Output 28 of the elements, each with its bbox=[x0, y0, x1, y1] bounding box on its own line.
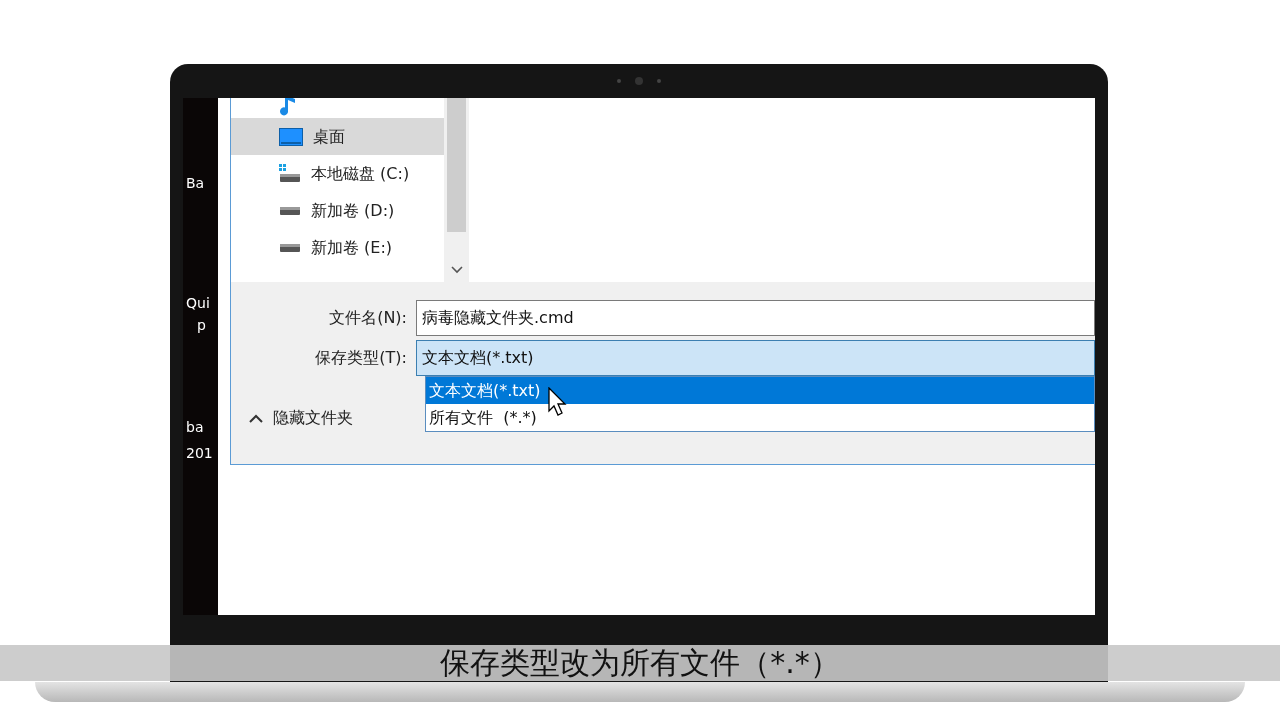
desktop-icon-label: Qui bbox=[185, 294, 211, 313]
navigation-item[interactable]: 桌面 bbox=[231, 118, 444, 155]
camera-icon bbox=[635, 77, 643, 85]
navigation-item[interactable]: 本地磁盘 (C:) bbox=[231, 155, 444, 192]
mouse-cursor-icon bbox=[548, 387, 568, 417]
music-note-icon bbox=[279, 98, 297, 118]
caret-icon[interactable] bbox=[249, 413, 263, 423]
field-label: 文件名(N): bbox=[328, 307, 408, 329]
monitor-icon bbox=[279, 127, 303, 146]
dropdown-option[interactable]: 文本文档(*.txt) bbox=[426, 377, 1094, 404]
hide-folders-toggle[interactable]: 隐藏文件夹 bbox=[273, 406, 353, 430]
drive-icon bbox=[279, 241, 301, 254]
camera-icon bbox=[657, 79, 661, 83]
desktop-icon-label: ba bbox=[185, 418, 205, 437]
drive-icon bbox=[279, 163, 301, 184]
desktop-icon-label: 201 bbox=[185, 444, 214, 463]
scrollbar-thumb[interactable] bbox=[447, 98, 466, 232]
file-name-field[interactable]: 病毒隐藏文件夹.cmd bbox=[416, 300, 1095, 336]
field-label: 保存类型(T): bbox=[314, 347, 408, 369]
drive-icon bbox=[279, 204, 301, 217]
scroll-down-icon[interactable] bbox=[450, 266, 463, 274]
desktop-icon-label: Ba bbox=[185, 174, 206, 193]
camera-icon bbox=[617, 79, 621, 83]
subtitle: 保存类型改为所有文件（*.*） bbox=[440, 648, 840, 678]
file-type-dropdown[interactable]: 文本文档(*.txt) bbox=[416, 340, 1095, 376]
navigation-item[interactable]: 新加卷 (D:) bbox=[231, 192, 444, 229]
navigation-item[interactable]: 新加卷 (E:) bbox=[231, 229, 444, 266]
desktop-icon-label: p bbox=[196, 316, 207, 335]
